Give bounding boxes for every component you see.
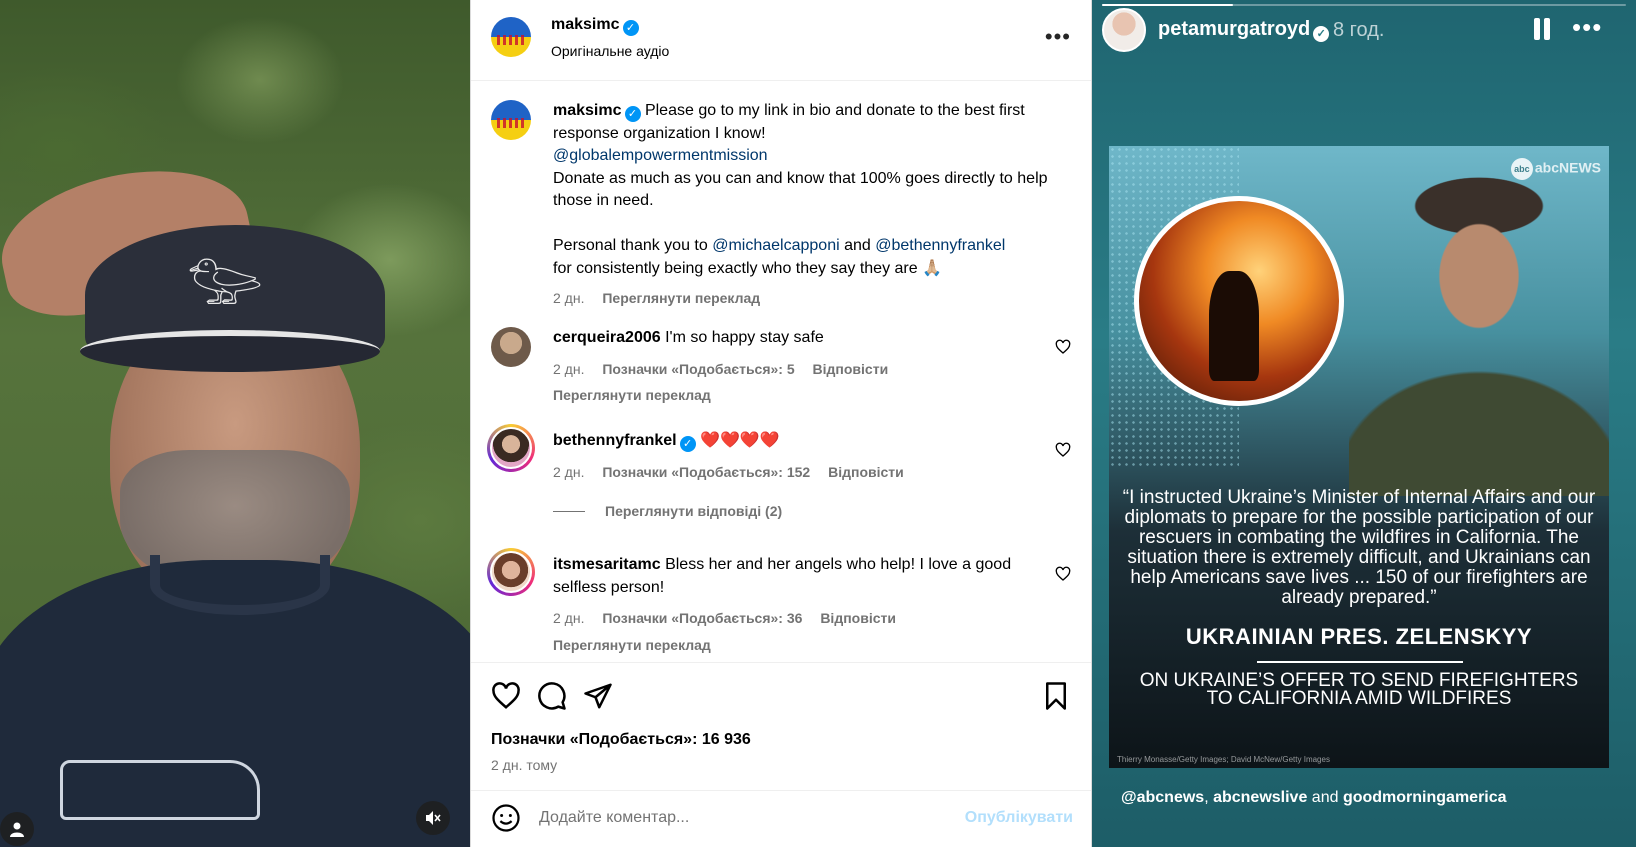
story-subcaption: ON UKRAINE’S OFFER TO SEND FIREFIGHTERS … bbox=[1139, 670, 1579, 709]
mention-link[interactable]: @abcnews bbox=[1121, 789, 1204, 806]
see-translation-link[interactable]: Переглянути переклад bbox=[553, 387, 711, 403]
caption-divider bbox=[1257, 661, 1463, 663]
post-panel: maksimc ✓ Оригінальне аудіо ••• maksimc ✓ … bbox=[470, 0, 1092, 847]
author-username[interactable]: maksimc bbox=[551, 16, 620, 33]
comments-list[interactable]: maksimc ✓ Please go to my link in bio and… bbox=[471, 82, 1091, 662]
verified-badge-icon: ✓ bbox=[624, 106, 641, 122]
view-replies-button[interactable]: Переглянути відповіді (2) bbox=[553, 503, 782, 519]
comment-likes-link[interactable]: Позначки «Подобається»: 152 bbox=[602, 464, 810, 480]
mention-link[interactable]: @globalempowermentmission bbox=[553, 147, 768, 164]
like-comment-heart-icon[interactable] bbox=[1055, 442, 1071, 458]
like-comment-heart-icon[interactable] bbox=[1055, 339, 1071, 355]
save-bookmark-icon[interactable] bbox=[1041, 681, 1071, 711]
tag-separator: , bbox=[1204, 789, 1214, 806]
view-replies-label: Переглянути відповіді (2) bbox=[605, 503, 783, 519]
caption-thanks-prefix: Personal thank you to bbox=[553, 237, 713, 254]
swan-logo-icon: 𓅰 bbox=[186, 246, 264, 318]
comment-text: ❤️❤️❤️❤️ bbox=[700, 432, 780, 449]
author-name-row: maksimc ✓ bbox=[551, 16, 639, 36]
more-options-icon[interactable]: ••• bbox=[1572, 12, 1602, 43]
likes-count[interactable]: Позначки «Подобається»: 16 936 bbox=[491, 731, 751, 749]
comment-likes-link[interactable]: Позначки «Подобається»: 36 bbox=[602, 610, 802, 626]
add-comment-bar: Опублікувати bbox=[471, 790, 1091, 847]
commenter-avatar[interactable] bbox=[487, 548, 535, 596]
caption-text-2: Donate as much as you can and know that … bbox=[553, 169, 1048, 210]
verified-badge-icon: ✓ bbox=[679, 436, 696, 452]
see-translation-link[interactable]: Переглянути переклад bbox=[602, 290, 760, 306]
more-options-icon[interactable]: ••• bbox=[1045, 24, 1071, 50]
author-avatar[interactable] bbox=[491, 17, 531, 57]
commenter-username[interactable]: bethennyfrankel bbox=[553, 432, 677, 449]
like-heart-icon[interactable] bbox=[491, 681, 521, 711]
caption-and: and bbox=[839, 237, 876, 254]
story-mentions: @abcnews, abcnewslive and goodmorningame… bbox=[1121, 789, 1507, 807]
comment-time: 2 дн. bbox=[553, 610, 585, 626]
commenter-username[interactable]: itsmesaritamc bbox=[553, 556, 661, 573]
story-progress-fill bbox=[1102, 4, 1233, 6]
posted-time: 2 дн. тому bbox=[491, 757, 558, 773]
comment-bubble-icon[interactable] bbox=[537, 681, 567, 711]
commenter-avatar[interactable] bbox=[487, 424, 535, 472]
tag-and: and bbox=[1307, 789, 1343, 806]
quote-text: “I instructed Ukraine’s Minister of Inte… bbox=[1122, 487, 1596, 608]
speaker-muted-icon bbox=[426, 811, 441, 825]
story-author-row: petamurgatroyd ✓ bbox=[1158, 18, 1330, 42]
video-shirt-graphic bbox=[60, 760, 260, 820]
photo-credit: Thierry Monasse/Getty Images; David McNe… bbox=[1117, 755, 1330, 764]
mention-link[interactable]: goodmorningamerica bbox=[1343, 789, 1507, 806]
comment-likes-link[interactable]: Позначки «Подобається»: 5 bbox=[602, 361, 794, 377]
speaker-name: UKRAINIAN PRES. ZELENSKYY bbox=[1185, 624, 1533, 649]
portrait-photo bbox=[1349, 156, 1609, 496]
comment-time: 2 дн. bbox=[553, 360, 585, 377]
commenter-username[interactable]: cerqueira2006 bbox=[553, 329, 661, 346]
user-icon bbox=[10, 822, 24, 837]
tagged-user-button[interactable] bbox=[0, 812, 34, 846]
mute-toggle-button[interactable] bbox=[416, 801, 450, 835]
mention-link[interactable]: abcnewslive bbox=[1213, 789, 1307, 806]
story-viewer[interactable]: petamurgatroyd ✓ 8 год. ••• abc abcNEWS “I… bbox=[1092, 0, 1636, 847]
reply-button[interactable]: Відповісти bbox=[813, 361, 889, 377]
post-header: maksimc ✓ Оригінальне аудіо ••• bbox=[471, 0, 1091, 81]
caption-author-avatar[interactable] bbox=[491, 100, 531, 140]
like-comment-heart-icon[interactable] bbox=[1055, 566, 1071, 582]
firefighter-photo bbox=[1134, 196, 1344, 406]
story-time: 8 год. bbox=[1333, 19, 1385, 41]
caption-text-1: Please go to my link in bio and donate t… bbox=[553, 102, 1025, 142]
reply-button[interactable]: Відповісти bbox=[820, 610, 896, 626]
publish-button[interactable]: Опублікувати bbox=[965, 809, 1073, 827]
reply-button[interactable]: Відповісти bbox=[828, 464, 904, 480]
story-progress-bar bbox=[1102, 4, 1626, 6]
comment-text: I'm so happy stay safe bbox=[665, 329, 824, 346]
comment-time: 2 дн. bbox=[553, 463, 585, 480]
share-send-icon[interactable] bbox=[583, 681, 613, 711]
mention-link[interactable]: @bethennyfrankel bbox=[875, 237, 1005, 254]
see-translation-link[interactable]: Переглянути переклад bbox=[553, 637, 711, 653]
commenter-avatar[interactable] bbox=[491, 327, 531, 367]
video-shirt-collar bbox=[150, 555, 330, 615]
caption-thanks-suffix: for consistently being exactly who they … bbox=[553, 259, 942, 277]
audio-label[interactable]: Оригінальне аудіо bbox=[551, 43, 669, 59]
story-author-username[interactable]: petamurgatroyd bbox=[1158, 18, 1310, 40]
verified-badge-icon: ✓ bbox=[1313, 26, 1330, 42]
caption-time: 2 дн. bbox=[553, 290, 585, 306]
story-author-avatar[interactable] bbox=[1102, 8, 1146, 52]
mention-link[interactable]: @michaelcapponi bbox=[712, 237, 839, 254]
reel-video[interactable]: 𓅰 bbox=[0, 0, 470, 847]
post-actions: Позначки «Подобається»: 16 936 2 дн. том… bbox=[471, 662, 1091, 782]
caption-author-username[interactable]: maksimc bbox=[553, 102, 622, 119]
story-shared-card[interactable]: abc abcNEWS “I instructed Ukraine’s Minis… bbox=[1109, 146, 1609, 768]
emoji-smile-icon[interactable] bbox=[491, 803, 521, 833]
abc-news-logo: abc abcNEWS bbox=[1510, 158, 1601, 180]
verified-badge-icon: ✓ bbox=[622, 20, 639, 36]
video-cap-brim bbox=[80, 330, 380, 372]
comment-input[interactable] bbox=[539, 803, 919, 833]
replies-divider bbox=[553, 510, 585, 512]
pause-icon[interactable] bbox=[1532, 18, 1552, 40]
